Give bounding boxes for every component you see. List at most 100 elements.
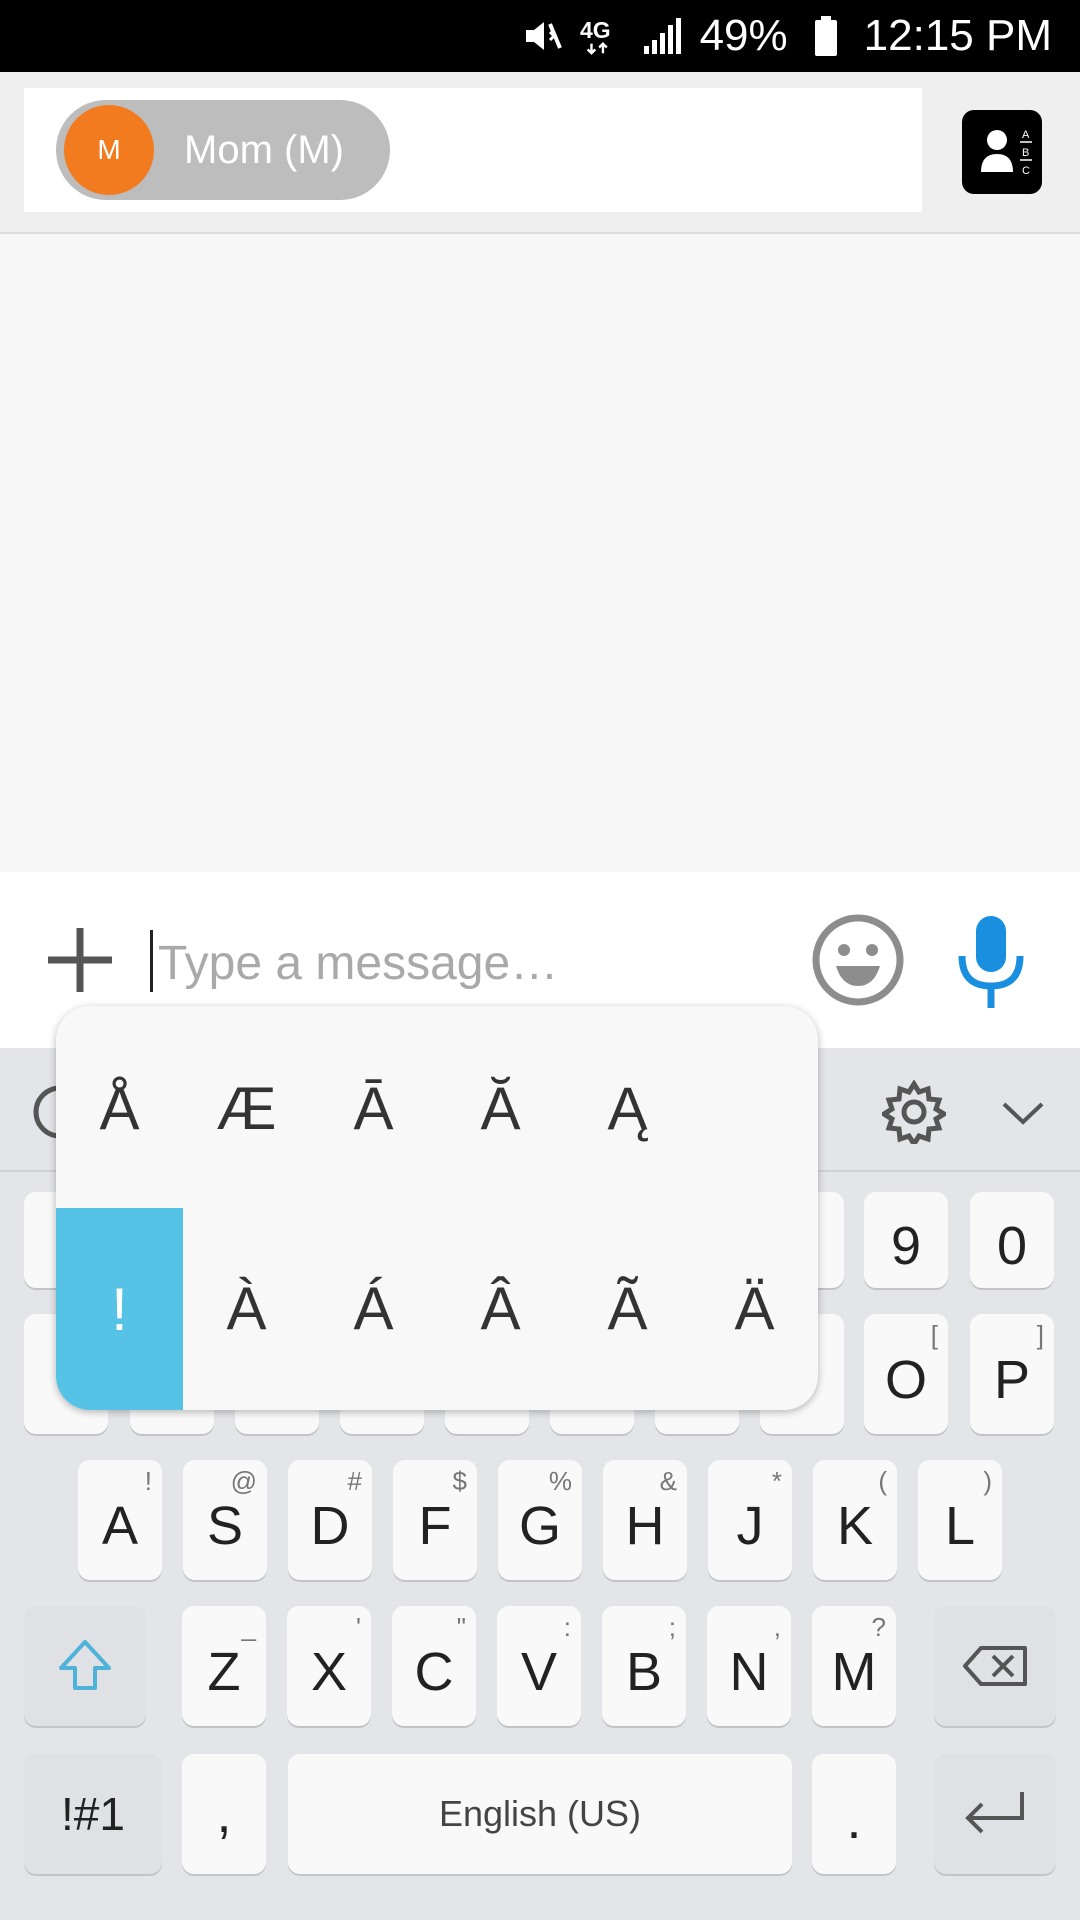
key-alt-label: $ xyxy=(452,1466,467,1496)
key-alt-label: ) xyxy=(983,1466,992,1496)
network-label: 4G xyxy=(580,17,611,43)
key-b[interactable]: ; B xyxy=(602,1606,686,1726)
shift-icon xyxy=(59,1640,111,1690)
key-label: H xyxy=(625,1496,665,1556)
key-x[interactable]: ' X xyxy=(287,1606,371,1726)
key-label: F xyxy=(418,1496,452,1556)
key-alt-label: , xyxy=(773,1612,781,1642)
key-p[interactable]: ] P xyxy=(970,1314,1054,1434)
add-icon[interactable] xyxy=(42,922,118,998)
accent-popup: Å Æ Ā Ă Ą ! À Á Â Ã Ä xyxy=(56,1006,818,1410)
signal-strength-icon xyxy=(640,14,684,58)
accent-key[interactable]: À xyxy=(183,1228,310,1388)
key-label: C xyxy=(414,1642,454,1702)
key-label: L xyxy=(944,1496,976,1556)
accent-key[interactable]: Ą xyxy=(564,1028,691,1188)
network-4g-lte-icon: 4G xyxy=(580,14,624,58)
key-c[interactable]: " C xyxy=(392,1606,476,1726)
key-alt-label: " xyxy=(456,1612,466,1642)
key-label: Z xyxy=(207,1642,241,1702)
accent-key[interactable]: Å xyxy=(56,1028,183,1188)
key-j[interactable]: * J xyxy=(708,1460,792,1580)
conversation-area xyxy=(0,234,1080,872)
avatar: M xyxy=(64,105,154,195)
key-alt-label: ' xyxy=(356,1612,361,1642)
recipient-bar: M Mom (M) A B C xyxy=(0,72,1080,234)
accent-key[interactable]: Â xyxy=(437,1228,564,1388)
key-alt-label: @ xyxy=(230,1466,257,1496)
key-a[interactable]: ! A xyxy=(78,1460,162,1580)
key-alt-label: ; xyxy=(668,1612,676,1642)
battery-icon xyxy=(804,14,848,58)
key-o[interactable]: [ O xyxy=(864,1314,948,1434)
symbols-key[interactable]: !#1 xyxy=(24,1754,162,1874)
text-cursor xyxy=(150,930,153,992)
key-k[interactable]: (K xyxy=(813,1460,897,1580)
key-label: J xyxy=(736,1496,764,1556)
key-d[interactable]: # D xyxy=(288,1460,372,1580)
battery-percent: 49% xyxy=(699,11,788,60)
period-key[interactable]: . xyxy=(812,1754,896,1874)
backspace-icon xyxy=(963,1646,1027,1686)
key-alt-label: ? xyxy=(871,1612,886,1642)
accent-key-selected[interactable]: ! xyxy=(56,1208,183,1410)
accent-key[interactable]: Æ xyxy=(183,1028,310,1188)
key-label: N xyxy=(729,1642,769,1702)
key-label: A xyxy=(101,1496,139,1556)
enter-key[interactable] xyxy=(934,1754,1056,1874)
svg-text:C: C xyxy=(1022,165,1030,177)
accent-key[interactable]: Á xyxy=(310,1228,437,1388)
status-bar: 4G 49% 12:15 PM xyxy=(0,0,1080,72)
svg-text:B: B xyxy=(1022,147,1029,159)
accent-key[interactable]: Ă xyxy=(437,1028,564,1188)
key-label: S xyxy=(206,1496,244,1556)
mute-vibrate-icon xyxy=(520,14,564,58)
key-alt-label: & xyxy=(659,1466,677,1496)
key-alt-label: _ xyxy=(241,1612,256,1642)
recipient-field[interactable]: M Mom (M) xyxy=(24,88,922,212)
key-label: V xyxy=(520,1642,558,1702)
key-label: X xyxy=(310,1642,348,1702)
accent-key[interactable]: Ä xyxy=(691,1228,818,1388)
space-key[interactable]: English (US) xyxy=(288,1754,792,1874)
key-label: B xyxy=(625,1642,663,1702)
clock: 12:15 PM xyxy=(863,11,1052,60)
recipient-chip[interactable]: M Mom (M) xyxy=(56,100,390,200)
contacts-icon: A B C xyxy=(981,129,1032,177)
microphone-icon[interactable] xyxy=(954,914,1028,1010)
key-label: M xyxy=(831,1642,877,1702)
accent-key[interactable]: Ã xyxy=(564,1228,691,1388)
key-alt-label: * xyxy=(771,1466,782,1496)
key-h[interactable]: & H xyxy=(603,1460,687,1580)
key-s[interactable]: @ S xyxy=(183,1460,267,1580)
key-f[interactable]: $ F xyxy=(393,1460,477,1580)
key-g[interactable]: % G xyxy=(498,1460,582,1580)
key-alt-label: : xyxy=(563,1612,571,1642)
recipient-name: Mom (M) xyxy=(184,127,344,172)
enter-icon xyxy=(965,1792,1024,1834)
chevron-down-icon[interactable] xyxy=(1000,1090,1046,1136)
accent-key[interactable]: Ā xyxy=(310,1028,437,1188)
key-alt-label: # xyxy=(347,1466,362,1496)
gear-icon[interactable] xyxy=(882,1080,946,1144)
key-n[interactable]: ,N xyxy=(707,1606,791,1726)
key-v[interactable]: :V xyxy=(497,1606,581,1726)
contacts-button[interactable]: A B C xyxy=(962,110,1042,194)
key-alt-label: ! xyxy=(144,1466,152,1496)
key-l[interactable]: ) L xyxy=(918,1460,1002,1580)
message-input[interactable] xyxy=(156,924,760,1002)
key-alt-label: % xyxy=(548,1466,572,1496)
shift-key[interactable] xyxy=(24,1606,146,1726)
key-m[interactable]: ? M xyxy=(812,1606,896,1726)
key-0[interactable]: 0 xyxy=(970,1192,1054,1288)
backspace-key[interactable] xyxy=(934,1606,1056,1726)
key-label: K xyxy=(836,1496,874,1556)
key-label: D xyxy=(310,1496,350,1556)
key-alt-label: ( xyxy=(878,1466,887,1496)
key-9[interactable]: 9 xyxy=(864,1192,948,1288)
svg-text:A: A xyxy=(1022,129,1030,141)
key-z[interactable]: _ Z xyxy=(182,1606,266,1726)
emoji-icon[interactable] xyxy=(812,914,904,1006)
comma-key[interactable]: , xyxy=(182,1754,266,1874)
key-label: G xyxy=(518,1496,561,1556)
